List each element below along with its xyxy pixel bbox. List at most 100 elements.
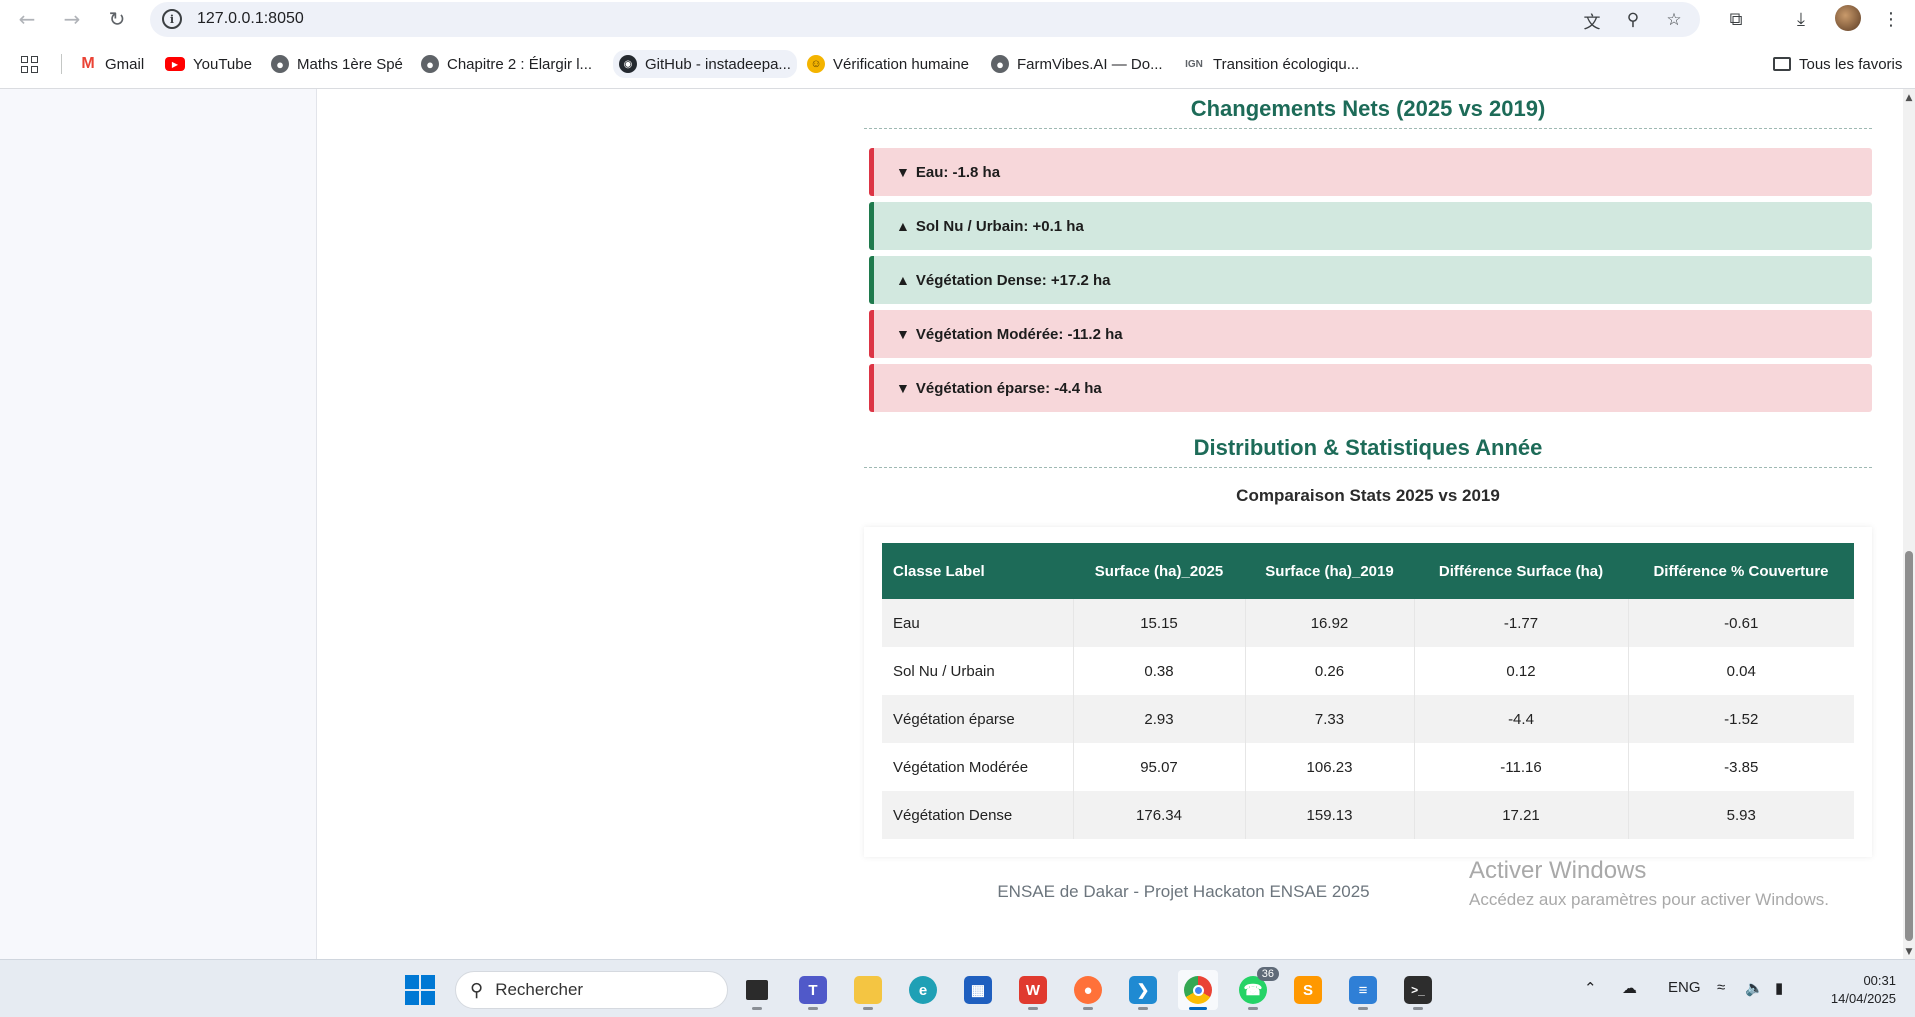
table-cell: -1.77 xyxy=(1414,599,1629,647)
table-cell: Végétation Modérée xyxy=(882,743,1074,791)
language-indicator[interactable]: ENG xyxy=(1668,979,1701,996)
changes-section-title: Changements Nets (2025 vs 2019) xyxy=(864,96,1872,129)
zoom-icon[interactable]: ⚲ xyxy=(1621,8,1645,32)
windows-start-icon[interactable] xyxy=(405,975,435,1005)
bookmark-gmail[interactable]: M Gmail xyxy=(79,53,144,75)
table-caption: Comparaison Stats 2025 vs 2019 xyxy=(1236,486,1500,505)
column-header[interactable]: Différence % Couverture xyxy=(1628,543,1854,599)
sublime-icon: S xyxy=(1294,976,1322,1004)
file-explorer-app[interactable] xyxy=(848,970,888,1010)
whatsapp-app[interactable]: ☎ 36 xyxy=(1233,967,1279,1010)
reload-icon[interactable]: ↻ xyxy=(102,4,132,34)
show-hidden-icons-icon[interactable]: ⌃ xyxy=(1584,979,1597,997)
menu-kebab-icon[interactable]: ⋮ xyxy=(1877,5,1905,33)
change-text: Végétation Modérée: -11.2 ha xyxy=(915,325,1123,343)
terminal-app[interactable]: >_ xyxy=(1398,970,1438,1010)
battery-icon[interactable]: ▮ xyxy=(1775,979,1783,997)
app-indicator xyxy=(1358,1007,1368,1010)
profile-avatar[interactable] xyxy=(1835,5,1861,31)
edge-icon: e xyxy=(909,976,937,1004)
volume-muted-icon[interactable]: 🔈 xyxy=(1745,979,1764,997)
bookmark-star-icon[interactable]: ☆ xyxy=(1662,8,1686,32)
url-text[interactable]: 127.0.0.1:8050 xyxy=(197,10,304,28)
task-view-icon xyxy=(746,980,768,1000)
bookmark-label: Gmail xyxy=(105,55,145,73)
translate-icon[interactable]: 文 xyxy=(1580,8,1604,33)
bookmarks-bar: M Gmail ▶ YouTube ● Maths 1ère Spé ● Cha… xyxy=(0,38,1915,89)
vscode-app[interactable]: ❯ xyxy=(1123,970,1163,1010)
bookmark-chapitre[interactable]: ● Chapitre 2 : Élargir l... xyxy=(421,53,592,75)
system-clock[interactable]: 00:31 14/04/2025 xyxy=(1806,972,1896,1008)
browser-toolbar: ← → ↻ i 127.0.0.1:8050 文 ⚲ ☆ ⧉ ⤓ ⋮ xyxy=(0,0,1915,38)
store-app[interactable]: ▦ xyxy=(958,970,998,1010)
app-indicator xyxy=(1083,1007,1093,1010)
bookmark-maths[interactable]: ● Maths 1ère Spé xyxy=(271,53,403,75)
table-cell: 0.12 xyxy=(1414,647,1629,695)
cloud-offline-icon[interactable]: ☁ xyxy=(1622,979,1637,997)
bookmark-github[interactable]: ◉ GitHub - instadeepa... xyxy=(613,50,797,78)
taskbar-search[interactable]: ⚲ Rechercher xyxy=(455,971,728,1009)
column-header[interactable]: Surface (ha)_2025 xyxy=(1073,543,1245,599)
forward-arrow-icon[interactable]: → xyxy=(57,4,87,34)
address-bar[interactable]: i 127.0.0.1:8050 文 ⚲ ☆ xyxy=(150,2,1700,37)
scroll-up-arrow-icon[interactable]: ▲ xyxy=(1903,93,1915,103)
store-icon: ▦ xyxy=(964,976,992,1004)
download-icon[interactable]: ⤓ xyxy=(1787,5,1815,33)
wps-app[interactable]: W xyxy=(1013,970,1053,1010)
table-row: Végétation éparse 2.93 7.33 -4.4 -1.52 xyxy=(882,695,1854,743)
task-view-app[interactable] xyxy=(737,970,777,1010)
search-placeholder: Rechercher xyxy=(495,980,584,999)
bookmark-verification[interactable]: ☺ Vérification humaine xyxy=(807,53,969,75)
gmail-icon: M xyxy=(81,55,95,72)
app-indicator xyxy=(1138,1007,1148,1010)
table-cell: 5.93 xyxy=(1628,791,1854,839)
column-header[interactable]: Différence Surface (ha) xyxy=(1414,543,1628,599)
table-cell: Végétation Dense xyxy=(882,791,1074,839)
page-scrollbar[interactable]: ▲ ▼ xyxy=(1903,89,1915,959)
chrome-icon xyxy=(1184,976,1212,1004)
chrome-app[interactable] xyxy=(1178,970,1218,1010)
app-indicator xyxy=(752,1007,762,1010)
sublime-app[interactable]: S xyxy=(1288,970,1328,1010)
clock-time: 00:31 xyxy=(1863,973,1896,988)
notification-badge: 36 xyxy=(1256,967,1279,981)
activate-windows-title: Activer Windows xyxy=(1469,857,1647,884)
table-cell: 176.34 xyxy=(1073,791,1246,839)
bookmark-label: Chapitre 2 : Élargir l... xyxy=(447,55,593,73)
site-info-icon[interactable]: i xyxy=(162,9,182,29)
page-footer: ENSAE de Dakar - Projet Hackaton ENSAE 2… xyxy=(997,882,1370,901)
table-cell: 2.93 xyxy=(1073,695,1246,743)
scroll-thumb[interactable] xyxy=(1905,551,1913,941)
wifi-icon[interactable]: ≈ xyxy=(1717,979,1725,996)
back-arrow-icon[interactable]: ← xyxy=(12,4,42,34)
app-indicator xyxy=(863,1007,873,1010)
table-cell: -1.52 xyxy=(1628,695,1854,743)
edge-app[interactable]: e xyxy=(903,970,943,1010)
bookmark-youtube[interactable]: ▶ YouTube xyxy=(165,53,252,75)
change-text: Végétation Dense: +17.2 ha xyxy=(915,271,1111,289)
bookmark-transition[interactable]: IGN Transition écologiqu... xyxy=(1183,53,1359,75)
scroll-down-arrow-icon[interactable]: ▼ xyxy=(1903,947,1915,957)
table-header-row: Classe Label Surface (ha)_2025 Surface (… xyxy=(882,543,1854,599)
change-card-sol-nu: ▲ Sol Nu / Urbain: +0.1 ha xyxy=(869,202,1872,250)
up-arrow-icon: ▲ xyxy=(896,218,910,234)
table-row: Sol Nu / Urbain 0.38 0.26 0.12 0.04 xyxy=(882,647,1854,695)
folder-icon xyxy=(1773,57,1791,71)
notepad-app[interactable]: ≡ xyxy=(1343,970,1383,1010)
table-cell: 95.07 xyxy=(1073,743,1246,791)
extensions-icon[interactable]: ⧉ xyxy=(1722,5,1750,33)
globe-icon: ● xyxy=(991,55,1009,73)
bookmark-farmvibes[interactable]: ● FarmVibes.AI — Do... xyxy=(991,53,1163,75)
all-favorites[interactable]: Tous les favoris xyxy=(1773,53,1902,75)
apps-grid-icon[interactable] xyxy=(21,53,38,75)
all-favorites-label: Tous les favoris xyxy=(1799,55,1903,73)
teams-app[interactable]: T xyxy=(793,970,833,1010)
change-card-vegetation-eparse: ▼ Végétation éparse: -4.4 ha xyxy=(869,364,1872,412)
wps-icon: W xyxy=(1019,976,1047,1004)
firefox-app[interactable]: ● xyxy=(1068,970,1108,1010)
column-header[interactable]: Classe Label xyxy=(882,543,1073,599)
table-cell: 17.21 xyxy=(1414,791,1629,839)
app-indicator xyxy=(1189,1007,1207,1010)
notepad-icon: ≡ xyxy=(1349,976,1377,1004)
column-header[interactable]: Surface (ha)_2019 xyxy=(1245,543,1414,599)
